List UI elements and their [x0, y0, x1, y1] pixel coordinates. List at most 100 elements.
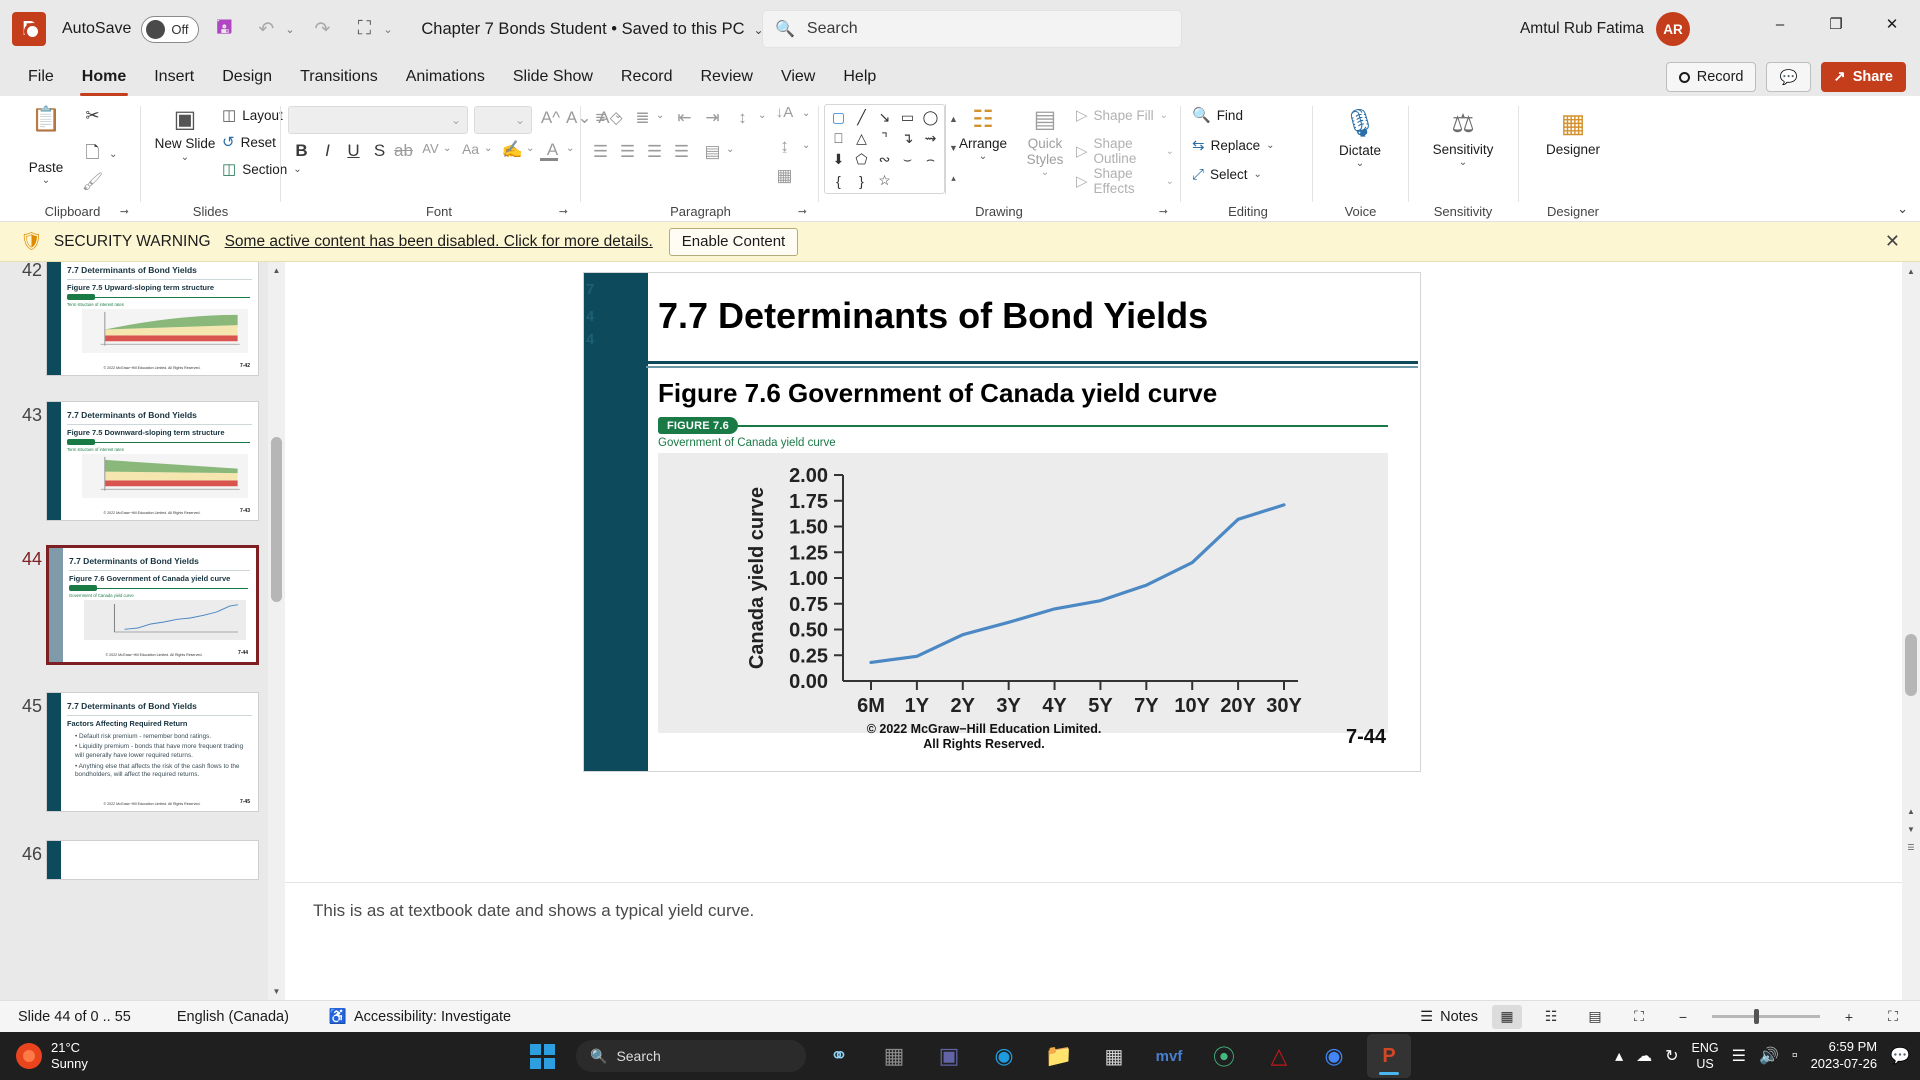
shapes-gallery[interactable]: ▢ ╱ ↘ ▭ ◯ ⎕ △ ⌝ ↴ ⇝ ⬇ ⬠ ∾ ⌣ ⌢ { } ☆ ▲ ▼ … — [824, 104, 961, 194]
task-view-icon[interactable]: ⚭ — [817, 1034, 861, 1078]
shape-elbow-arrow-icon[interactable]: ↴ — [902, 130, 914, 147]
slide-thumbnail-43[interactable]: 7.7 Determinants of Bond Yields Figure 7… — [46, 401, 259, 521]
dictate-button[interactable]: 🎙 Dictate ⌄ — [1328, 102, 1392, 170]
tab-file[interactable]: File — [14, 64, 68, 90]
format-painter-icon[interactable]: 🖌 — [80, 172, 105, 192]
chevron-down-icon[interactable]: ⌄ — [979, 151, 987, 162]
shape-right-brace-icon[interactable]: } — [859, 173, 864, 189]
slide-sorter-icon[interactable]: ☷ — [1536, 1005, 1566, 1029]
show-hidden-icons-icon[interactable]: ▴ — [1615, 1046, 1623, 1066]
layout-button[interactable]: ◫ Layout ⌄ — [222, 106, 297, 124]
numbering-icon[interactable]: ≣ — [630, 108, 655, 128]
slide-thumbnail-pane[interactable]: 42 7.7 Determinants of Bond Yields Figur… — [0, 262, 285, 1000]
shape-curve-icon[interactable]: ⌣ — [903, 151, 912, 168]
comments-button[interactable]: 💬 — [1766, 62, 1811, 92]
thumbnail-scrollbar[interactable]: ▲ ▼ — [268, 262, 285, 1000]
notification-icon[interactable]: 💬 — [1890, 1046, 1910, 1066]
language-indicator[interactable]: English (Canada) — [177, 1009, 289, 1025]
shape-down-arrow-icon[interactable]: ⬇ — [833, 151, 845, 168]
file-explorer-icon[interactable]: ▦ — [872, 1034, 916, 1078]
mcafee-icon[interactable]: △ — [1257, 1034, 1301, 1078]
slide-subtitle[interactable]: Figure 7.6 Government of Canada yield cu… — [658, 378, 1217, 409]
italic-button[interactable]: I — [315, 141, 340, 161]
collapse-ribbon-icon[interactable]: ⌄ — [1897, 201, 1908, 217]
tab-design[interactable]: Design — [208, 64, 286, 90]
slide-thumbnail-46[interactable] — [46, 840, 259, 880]
chevron-down-icon[interactable]: ⌄ — [1041, 167, 1049, 178]
text-highlight-icon[interactable]: ✍ — [500, 140, 525, 160]
slide-thumbnail-44[interactable]: 7.7 Determinants of Bond Yields Figure 7… — [46, 545, 259, 665]
redo-icon[interactable]: ↷ — [305, 12, 339, 46]
windows-start-icon[interactable] — [530, 1043, 555, 1069]
start-presentation-icon[interactable]: ⛶ — [347, 12, 381, 46]
chevron-down-icon[interactable]: ⌄ — [802, 108, 810, 119]
shape-fill-button[interactable]: ▷ Shape Fill ⌄ — [1076, 106, 1168, 124]
chevron-down-icon[interactable]: ⌄ — [726, 144, 734, 155]
font-color-icon[interactable]: A — [540, 140, 565, 160]
scroll-down-icon[interactable]: ☰ — [1902, 838, 1920, 856]
font-dialog-launcher[interactable]: ➞ — [559, 205, 568, 218]
clock[interactable]: 6:59 PM 2023-07-26 — [1811, 1039, 1878, 1073]
select-button[interactable]: ⤢ Select ⌄ — [1192, 166, 1262, 183]
chevron-down-icon[interactable]: ⌄ — [1356, 158, 1364, 169]
underline-button[interactable]: U — [341, 141, 366, 161]
text-direction-icon[interactable]: ↓A — [772, 104, 797, 121]
paste-button[interactable]: 📋 Paste ⌄ — [18, 100, 74, 187]
close-icon[interactable]: ✕ — [1885, 231, 1900, 252]
minimize-button[interactable]: – — [1752, 0, 1808, 48]
shape-arc-icon[interactable]: ⌢ — [926, 151, 935, 168]
shape-oval-icon[interactable]: ◯ — [923, 109, 939, 126]
scroll-up-icon[interactable]: ▲ — [268, 262, 285, 279]
slideshow-icon[interactable]: ⛶ — [1624, 1005, 1654, 1029]
bullets-icon[interactable]: ≡ — [588, 108, 613, 128]
scroll-down-icon[interactable]: ▼ — [268, 983, 285, 1000]
tab-animations[interactable]: Animations — [392, 64, 499, 90]
language-indicator[interactable]: ENG US — [1692, 1040, 1719, 1073]
taskbar-search[interactable]: 🔍 Search — [576, 1040, 806, 1072]
windows-update-icon[interactable]: ↻ — [1665, 1046, 1678, 1066]
notes-text[interactable]: This is as at textbook date and shows a … — [313, 901, 754, 921]
tab-view[interactable]: View — [767, 64, 829, 90]
cut-icon[interactable]: ✂ — [80, 106, 105, 126]
shape-rectangle-icon[interactable]: ▭ — [901, 109, 914, 126]
shape-text-box-icon[interactable]: ▢ — [832, 109, 845, 126]
volume-icon[interactable]: 🔊 — [1759, 1046, 1779, 1066]
slide-title[interactable]: 7.7 Determinants of Bond Yields — [658, 295, 1208, 337]
shape-arrow-icon[interactable]: ↘ — [879, 109, 891, 126]
list-item[interactable]: 45 7.7 Determinants of Bond Yields Facto… — [0, 692, 285, 812]
fit-to-window-icon[interactable]: ⛶ — [1878, 1005, 1908, 1029]
shape-outline-button[interactable]: ▷ Shape Outline ⌄ — [1076, 136, 1174, 166]
vertical-scrollbar-thumb[interactable] — [1905, 634, 1917, 696]
paragraph-dialog-launcher[interactable]: ➞ — [798, 205, 807, 218]
onedrive-icon[interactable]: ☁ — [1636, 1046, 1652, 1066]
edge-icon[interactable]: ◉ — [982, 1034, 1026, 1078]
yield-curve-chart[interactable]: 0.00 0.25 0.50 0.75 1.00 1.25 1.50 1.75 2.00 Cana… — [658, 453, 1388, 733]
tab-transitions[interactable]: Transitions — [286, 64, 392, 90]
quick-styles-button[interactable]: ▤ Quick Styles ⌄ — [1016, 100, 1074, 179]
search-box[interactable]: 🔍 Search — [762, 10, 1182, 48]
record-button[interactable]: Record — [1665, 62, 1757, 92]
shape-line-icon[interactable]: ╱ — [857, 109, 865, 126]
chevron-down-icon[interactable]: ⌄ — [614, 110, 622, 121]
new-slide-dropdown-icon[interactable]: ⌄ — [181, 152, 189, 163]
shape-left-brace-icon[interactable]: { — [836, 173, 841, 189]
chrome-icon[interactable]: ◉ — [1312, 1034, 1356, 1078]
arrange-button[interactable]: ☷ Arrange ⌄ — [952, 100, 1014, 163]
sensitivity-button[interactable]: ⚖ Sensitivity ⌄ — [1428, 102, 1498, 168]
decrease-indent-icon[interactable]: ⇤ — [672, 108, 697, 128]
chevron-down-icon[interactable]: ⌄ — [566, 143, 574, 154]
teams-icon[interactable]: ▣ — [927, 1034, 971, 1078]
change-case-button[interactable]: Aa — [458, 141, 483, 157]
previous-slide-icon[interactable]: ▲ — [1902, 802, 1920, 820]
myfiles-icon[interactable]: mvf — [1147, 1034, 1191, 1078]
shape-star-icon[interactable]: ☆ — [878, 172, 891, 189]
increase-indent-icon[interactable]: ⇥ — [700, 108, 725, 128]
shape-scribble-icon[interactable]: ∾ — [879, 151, 891, 168]
slide-thumbnail-42[interactable]: 7.7 Determinants of Bond Yields Figure 7… — [46, 262, 259, 376]
line-spacing-icon[interactable]: ↕ — [730, 108, 755, 128]
copilot-icon[interactable]: ⦿ — [1202, 1034, 1246, 1078]
shape-right-arrow-icon[interactable]: ⇝ — [925, 130, 937, 147]
character-spacing-button[interactable]: AV — [418, 141, 443, 156]
list-item[interactable]: 42 7.7 Determinants of Bond Yields Figur… — [0, 262, 285, 376]
list-item[interactable]: 44 7.7 Determinants of Bond Yields Figur… — [0, 545, 285, 665]
